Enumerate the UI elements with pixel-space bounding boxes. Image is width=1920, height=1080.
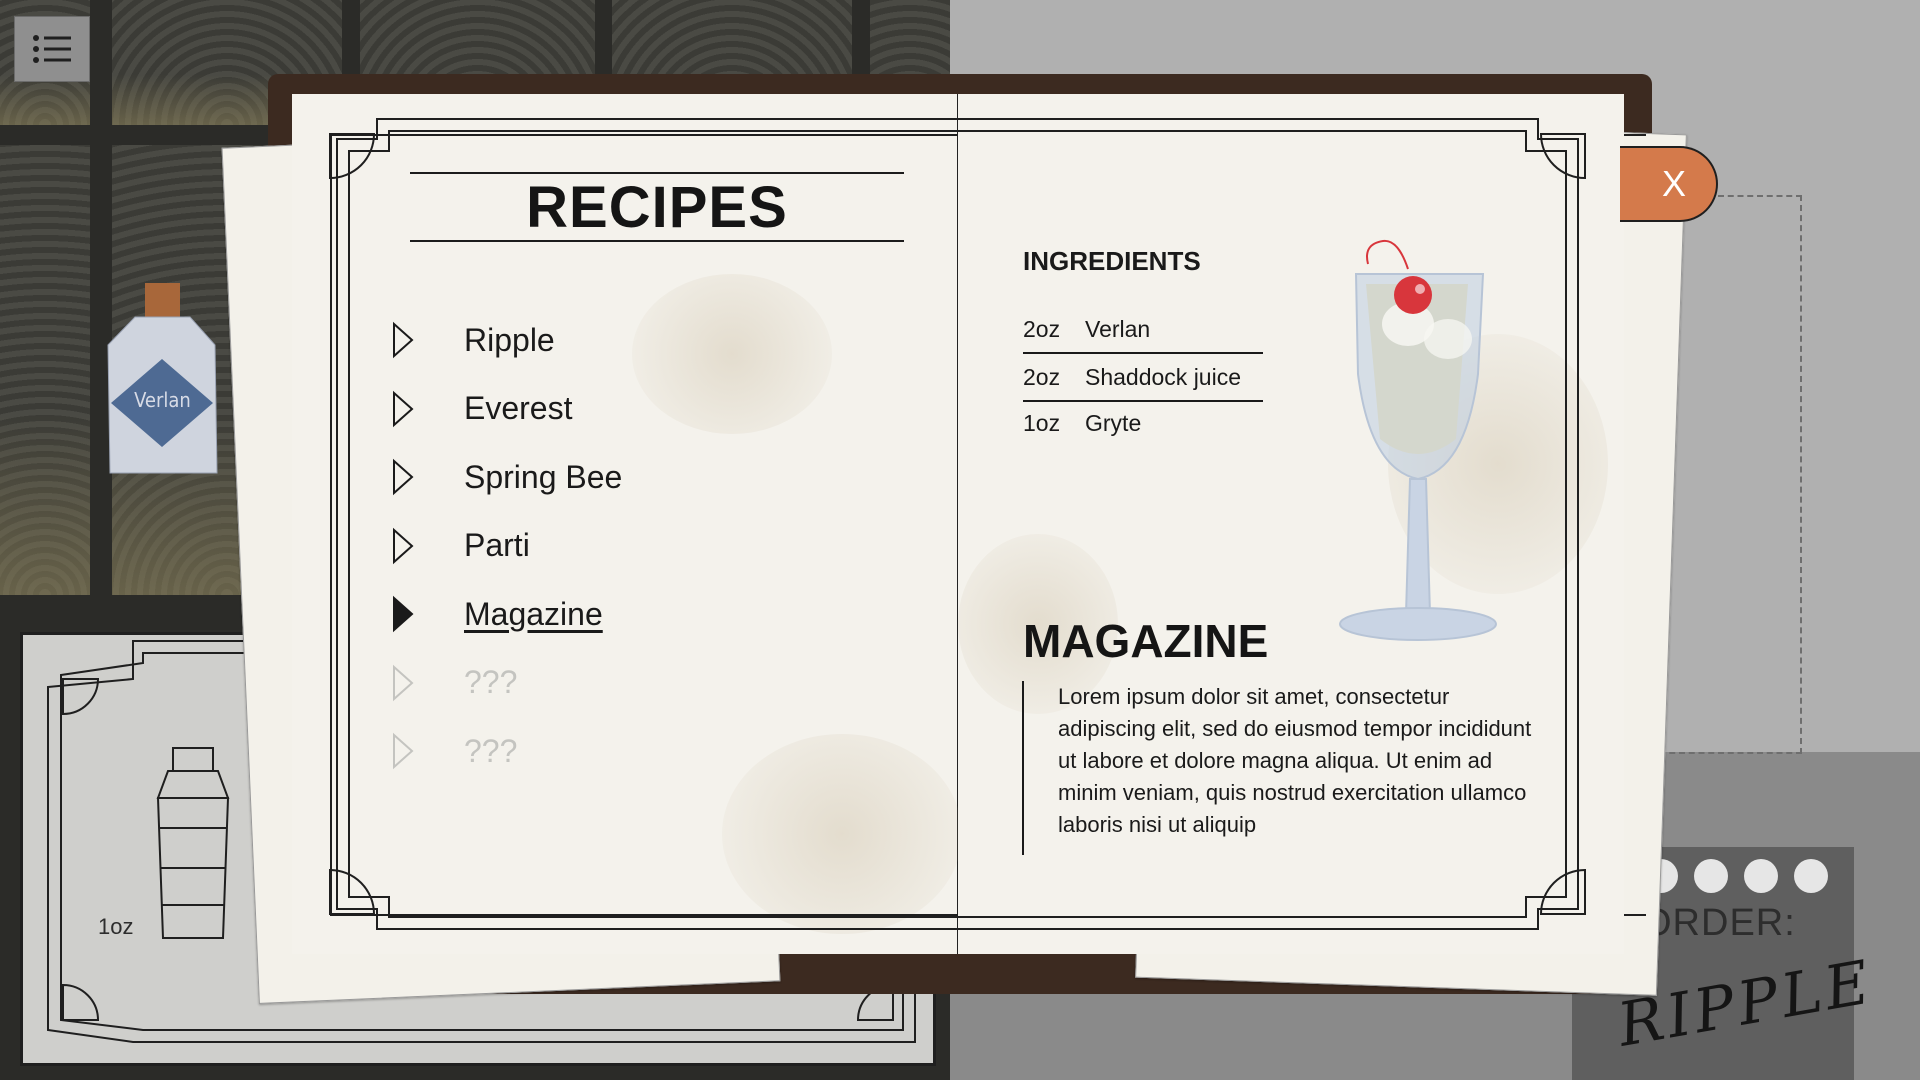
list-icon [33, 35, 71, 63]
triangle-play-icon [393, 390, 414, 427]
recipe-name: ??? [464, 732, 518, 769]
recipe-name: ??? [464, 664, 518, 701]
ingredient-name: Verlan [1085, 315, 1151, 342]
recipe-item[interactable]: Everest [390, 375, 622, 444]
triangle-play-icon [393, 322, 414, 359]
left-page: RECIPES Ripple Everest Spring Bee Parti Maga… [292, 94, 1646, 954]
recipe-item: ??? [390, 649, 622, 718]
triangle-play-icon [393, 664, 414, 701]
triangle-play-icon [393, 459, 414, 496]
champagne-flute-icon [1339, 239, 1497, 641]
triangle-play-icon [393, 596, 414, 633]
ingredient-row: 2oz Shaddock juice [1023, 354, 1263, 402]
menu-button[interactable] [14, 16, 90, 82]
measure-label: 1oz [98, 914, 134, 939]
drink-description: Lorem ipsum dolor sit amet, consectetur … [1022, 681, 1550, 855]
recipe-item: ??? [390, 717, 622, 786]
ingredient-amount: 2oz [1023, 315, 1061, 342]
recipe-item[interactable]: Magazine [390, 580, 622, 649]
bottle-label: Verlan [134, 388, 191, 412]
progress-dot [1694, 859, 1728, 893]
triangle-play-icon [393, 733, 414, 770]
ingredient-name: Shaddock juice [1085, 363, 1241, 390]
recipe-name: Spring Bee [464, 458, 623, 495]
description-text: Lorem ipsum dolor sit amet, consectetur … [1058, 684, 1532, 837]
progress-dot [1744, 859, 1778, 893]
progress-dot [1794, 859, 1828, 893]
verlan-bottle[interactable]: Verlan [105, 283, 220, 479]
ingredient-name: Gryte [1085, 409, 1142, 436]
drink-name: MAGAZINE [1023, 615, 1269, 667]
ingredient-row: 2oz Verlan [1023, 306, 1263, 354]
bottle-icon [107, 283, 218, 474]
shelf-cell [0, 145, 90, 595]
order-progress-dots [1644, 859, 1828, 893]
recipe-item[interactable]: Parti [390, 512, 622, 581]
right-page: INGREDIENTS 2oz Verlan 2oz Shaddock juic… [958, 94, 1624, 954]
recipe-list: Ripple Everest Spring Bee Parti Magazine????… [390, 306, 622, 786]
recipe-item[interactable]: Ripple [390, 306, 622, 375]
ingredients-title: INGREDIENTS [1023, 246, 1201, 276]
recipe-name: Parti [464, 527, 530, 564]
cocktail-shaker-icon[interactable] [138, 743, 248, 943]
triangle-play-icon [393, 527, 414, 564]
recipe-name: Everest [464, 390, 573, 427]
order-title: ORDER: [1642, 902, 1796, 944]
ingredient-amount: 1oz [1023, 409, 1061, 436]
ingredient-amount: 2oz [1023, 363, 1061, 390]
recipe-name: Magazine [464, 595, 603, 632]
ingredient-row: 1oz Gryte [1023, 400, 1263, 446]
recipe-item[interactable]: Spring Bee [390, 443, 622, 512]
recipe-name: Ripple [464, 321, 555, 358]
close-button[interactable]: X [1620, 146, 1718, 222]
page-title: RECIPES [410, 172, 904, 242]
